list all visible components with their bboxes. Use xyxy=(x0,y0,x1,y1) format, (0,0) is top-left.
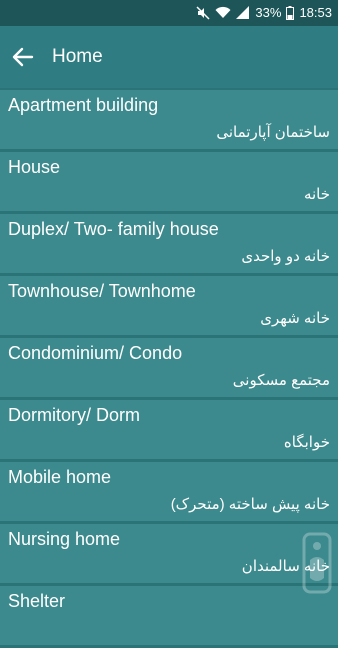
app-bar: Home xyxy=(0,26,338,88)
list-item[interactable]: Condominium/ Condo مجتمع مسکونی xyxy=(0,338,338,397)
list-item[interactable]: Shelter xyxy=(0,586,338,645)
item-persian: خانه پیش ساخته (متحرک) xyxy=(170,496,330,513)
item-english: Duplex/ Two- family house xyxy=(8,219,219,239)
item-persian: خانه دو واحدی xyxy=(241,248,330,265)
status-icons: 33% 18:53 xyxy=(196,5,332,20)
word-list: Apartment building ساختمان آپارتمانی Hou… xyxy=(0,90,338,648)
item-english: Apartment building xyxy=(8,95,159,115)
wifi-icon xyxy=(215,6,231,19)
item-persian: خوابگاه xyxy=(283,434,330,451)
item-persian: خانه xyxy=(303,186,330,203)
item-english: Mobile home xyxy=(8,467,112,487)
item-english: Nursing home xyxy=(8,529,121,549)
clock: 18:53 xyxy=(299,5,332,20)
item-persian: ساختمان آپارتمانی xyxy=(216,124,330,141)
list-item[interactable]: Duplex/ Two- family house خانه دو واحدی xyxy=(0,214,338,273)
list-item[interactable]: Townhouse/ Townhome خانه شهری xyxy=(0,276,338,335)
battery-percent: 33% xyxy=(255,5,282,20)
item-english: Shelter xyxy=(8,591,66,611)
mute-icon xyxy=(196,5,210,20)
battery-icon xyxy=(286,5,295,20)
item-english: House xyxy=(8,157,61,177)
list-item[interactable]: Nursing home خانه سالمندان xyxy=(0,524,338,583)
item-english: Townhouse/ Townhome xyxy=(8,281,196,301)
watermark-logo-icon xyxy=(302,532,332,594)
signal-icon xyxy=(236,6,250,19)
list-item[interactable]: Mobile home خانه پیش ساخته (متحرک) xyxy=(0,462,338,521)
item-english: Dormitory/ Dorm xyxy=(8,405,141,425)
list-item[interactable]: House خانه xyxy=(0,152,338,211)
item-persian: خانه شهری xyxy=(260,310,330,327)
status-bar: 33% 18:53 xyxy=(0,0,338,26)
arrow-left-icon xyxy=(12,47,34,67)
item-persian: مجتمع مسکونی xyxy=(232,372,330,389)
page-title: Home xyxy=(52,46,103,67)
list-item[interactable]: Dormitory/ Dorm خوابگاه xyxy=(0,400,338,459)
item-english: Condominium/ Condo xyxy=(8,343,183,363)
back-button[interactable] xyxy=(8,42,38,72)
list-item[interactable]: Apartment building ساختمان آپارتمانی xyxy=(0,90,338,149)
